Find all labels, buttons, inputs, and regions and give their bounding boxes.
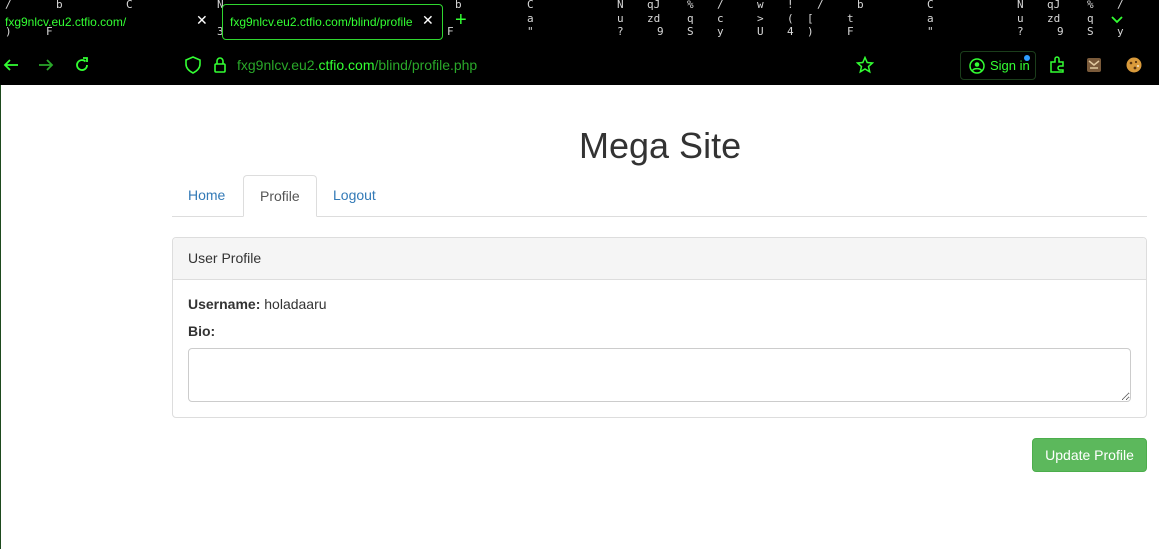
forward-arrow-icon[interactable]	[35, 54, 57, 76]
nav-tab-logout[interactable]: Logout	[317, 175, 392, 216]
tab-close-icon[interactable]: ✕	[196, 12, 208, 29]
extensions-puzzle-icon[interactable]	[1046, 54, 1068, 76]
tab-title: fxg9nlcv.eu2.ctfio.com/	[5, 15, 127, 29]
account-icon	[969, 57, 985, 74]
browser-tab-bar: / b C Nb C NqJ% / w! / b C NqJ% / a u zd q c >([t a u zd q ) F…	[0, 0, 1159, 44]
list-all-tabs-icon[interactable]	[1110, 13, 1124, 32]
url-path: /blind/profile.php	[374, 57, 478, 73]
user-profile-panel: User Profile Username: holadaaru Bio:	[172, 237, 1147, 418]
address-bar[interactable]: fxg9nlcv.eu2.ctfio.com/blind/profile.php	[237, 57, 477, 73]
extension-badge-icon[interactable]	[1083, 54, 1105, 76]
site-title: Mega Site	[579, 125, 742, 166]
tab-title: fxg9nlcv.eu2.ctfio.com/blind/profile	[230, 15, 413, 29]
new-tab-button[interactable]: +	[455, 10, 467, 30]
update-profile-button[interactable]: Update Profile	[1032, 438, 1147, 472]
sign-in-button[interactable]: Sign in	[960, 51, 1036, 80]
url-prefix: fxg9nlcv.eu2.	[237, 57, 319, 73]
back-arrow-icon[interactable]	[0, 54, 22, 76]
bio-label: Bio:	[188, 323, 216, 339]
username-row: Username: holadaaru	[188, 296, 327, 312]
username-value: holadaaru	[264, 296, 327, 312]
tab-close-icon[interactable]: ✕	[422, 12, 434, 29]
page-content: Mega Site Home Profile Logout User Profi…	[0, 85, 1159, 549]
lock-icon[interactable]	[209, 54, 231, 76]
panel-heading: User Profile	[173, 238, 1146, 280]
bookmark-star-icon[interactable]	[854, 54, 876, 76]
browser-tab-home[interactable]: fxg9nlcv.eu2.ctfio.com/ ✕	[0, 0, 215, 44]
nav-tab-profile[interactable]: Profile	[243, 175, 317, 217]
nav-tab-home[interactable]: Home	[172, 175, 241, 216]
sign-in-label: Sign in	[990, 58, 1030, 73]
shield-icon[interactable]	[182, 54, 204, 76]
url-domain: ctfio.com	[318, 57, 375, 73]
username-label: Username:	[188, 296, 261, 312]
browser-tab-profile[interactable]: fxg9nlcv.eu2.ctfio.com/blind/profile ✕	[222, 4, 443, 40]
bio-textarea[interactable]	[188, 348, 1131, 402]
browser-nav-bar: fxg9nlcv.eu2.ctfio.com/blind/profile.php…	[0, 44, 1159, 85]
reload-icon[interactable]	[71, 54, 93, 76]
site-nav-tabs: Home Profile Logout	[172, 175, 1147, 217]
extension-cookie-icon[interactable]	[1123, 54, 1145, 76]
notification-dot	[1024, 55, 1030, 61]
